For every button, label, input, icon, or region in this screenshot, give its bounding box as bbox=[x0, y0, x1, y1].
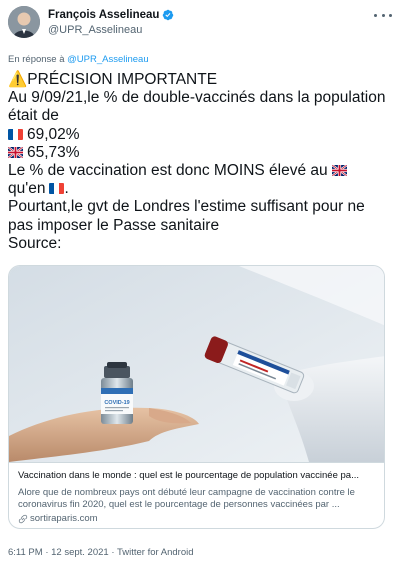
tweet-line: Source: bbox=[8, 234, 62, 252]
tweet-line-text: Le % de vaccination est donc MOINS élevé… bbox=[8, 162, 328, 180]
link-preview-card[interactable]: COVID-19 Vaccination dans le monde : que… bbox=[8, 265, 385, 529]
tweet-timestamp[interactable]: 6:11 PM · 12 sept. 2021 · Twitter for An… bbox=[8, 547, 194, 558]
flag-france-icon bbox=[49, 183, 65, 195]
card-info[interactable]: Vaccination dans le monde : quel est le … bbox=[9, 462, 384, 528]
uk-value: 65,73% bbox=[27, 143, 80, 161]
link-icon bbox=[18, 514, 28, 524]
tweet-line: pas imposer le Passe sanitaire bbox=[8, 216, 220, 234]
card-image[interactable]: COVID-19 bbox=[9, 266, 384, 462]
card-domain[interactable]: sortiraparis.com bbox=[18, 513, 377, 525]
tweet-header: François Asselineau @UPR_Asselineau bbox=[8, 6, 394, 44]
more-options-icon[interactable] bbox=[374, 8, 392, 22]
tweet-line: ⚠️PRÉCISION IMPORTANTE bbox=[8, 71, 218, 88]
card-title[interactable]: Vaccination dans le monde : quel est le … bbox=[18, 470, 377, 482]
person-avatar-icon bbox=[8, 6, 40, 38]
tweet-line-uk: 65,73% bbox=[8, 144, 398, 162]
avatar[interactable] bbox=[8, 6, 40, 38]
tweet-line: Pourtant,le gvt de Londres l'estime suff… bbox=[8, 198, 365, 216]
reply-context: En réponse à @UPR_Asselineau bbox=[8, 54, 149, 65]
verified-badge-icon bbox=[163, 9, 174, 21]
tweet-line-france: 69,02% bbox=[8, 126, 398, 144]
tweet-text: ⚠️PRÉCISION IMPORTANTE Au 9/09/21,le % d… bbox=[8, 71, 398, 253]
tweet-line: Le % de vaccination est donc MOINS élevé… bbox=[8, 162, 398, 180]
tweet-line: était de bbox=[8, 107, 59, 125]
vaccine-photo: COVID-19 bbox=[9, 266, 384, 462]
tweet-line-text: qu'en bbox=[8, 180, 46, 198]
tweet-line-period: . bbox=[64, 180, 69, 198]
tweet-line: Au 9/09/21,le % de double-vaccinés dans … bbox=[8, 89, 386, 107]
card-domain-text[interactable]: sortiraparis.com bbox=[30, 513, 98, 525]
tweet: François Asselineau @UPR_Asselineau En r… bbox=[0, 0, 402, 567]
flag-uk-icon bbox=[331, 165, 347, 177]
card-description: Alore que de nombreux pays ont débuté le… bbox=[18, 487, 355, 510]
reply-mention-link[interactable]: @UPR_Asselineau bbox=[67, 54, 148, 65]
flag-france-icon bbox=[8, 128, 23, 140]
vial-label: COVID-19 bbox=[104, 400, 129, 406]
france-value: 69,02% bbox=[27, 125, 80, 143]
flag-uk-icon bbox=[8, 146, 23, 158]
author-name[interactable]: François Asselineau bbox=[48, 8, 159, 22]
author-block: François Asselineau @UPR_Asselineau bbox=[48, 8, 174, 37]
author-handle[interactable]: @UPR_Asselineau bbox=[48, 23, 174, 37]
author-name-row[interactable]: François Asselineau bbox=[48, 8, 174, 22]
tweet-line: qu'en . bbox=[8, 180, 398, 198]
reply-prefix: En réponse à bbox=[8, 54, 65, 65]
